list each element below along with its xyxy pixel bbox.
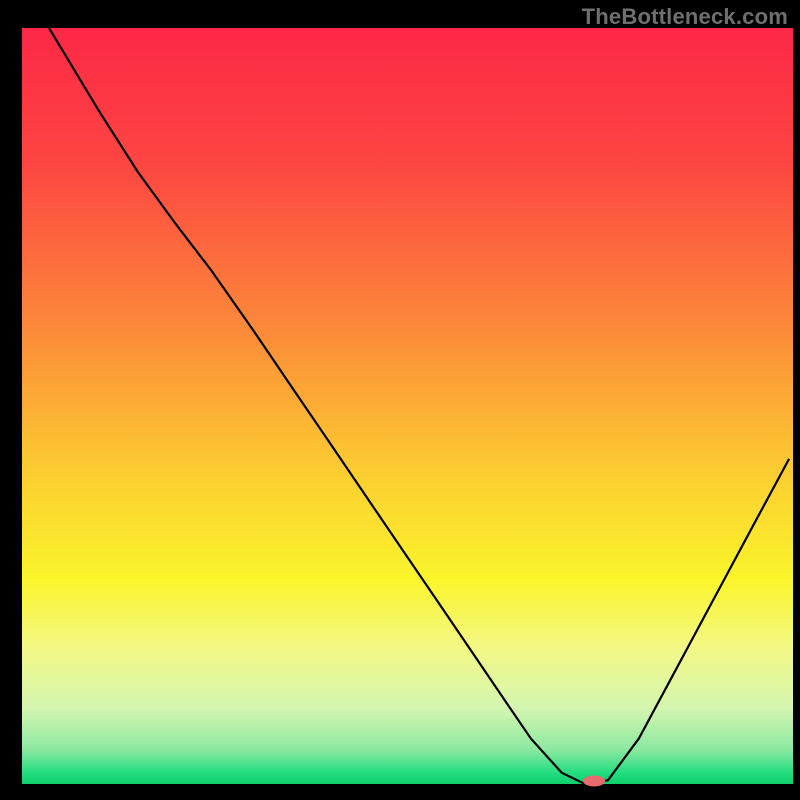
bottleneck-chart bbox=[0, 0, 800, 800]
chart-container: { "watermark": "TheBottleneck.com", "cha… bbox=[0, 0, 800, 800]
optimal-marker bbox=[583, 775, 605, 786]
watermark-text: TheBottleneck.com bbox=[582, 4, 788, 30]
plot-background bbox=[22, 28, 793, 784]
